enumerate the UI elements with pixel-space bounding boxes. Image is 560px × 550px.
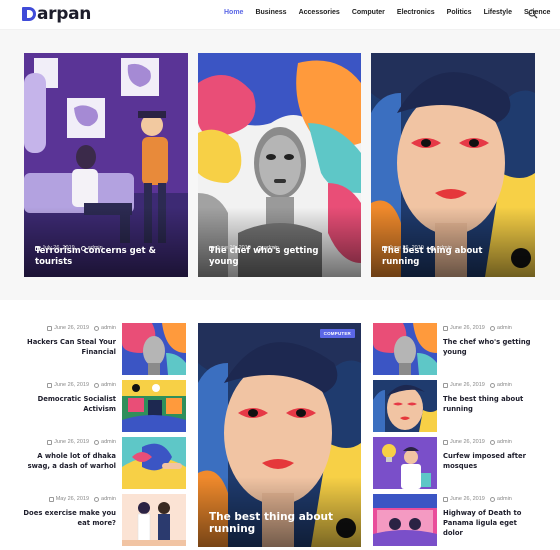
post-thumbnail[interactable] — [373, 437, 437, 489]
post-meta: June 26, 2019 admin — [443, 439, 512, 445]
nav-item-lifestyle[interactable]: Lifestyle — [484, 9, 512, 16]
user-icon — [489, 439, 495, 445]
calendar-icon — [47, 325, 53, 331]
list-item[interactable]: June 26, 2019 admin Democratic Socialist… — [22, 380, 186, 434]
logo-d-icon — [22, 6, 36, 22]
hero-post-title[interactable]: The best thing about running — [382, 246, 521, 268]
post-author: admin — [101, 382, 116, 388]
calendar-icon — [47, 439, 53, 445]
calendar-icon — [443, 496, 448, 502]
post-title[interactable]: The best thing about running — [443, 394, 537, 414]
nav-item-business[interactable]: Business — [255, 9, 286, 16]
post-date: May 26, 2019 — [55, 496, 90, 502]
nav-item-accessories[interactable]: Accessories — [299, 9, 340, 16]
user-icon — [94, 439, 100, 445]
user-icon — [489, 496, 495, 502]
list-item[interactable]: June 26, 2019 admin The best thing about… — [373, 380, 537, 434]
post-title[interactable]: The chef who's getting young — [443, 337, 537, 357]
post-date: June 26, 2019 — [450, 382, 485, 388]
post-title[interactable]: Highway of Death to Panama ligula eget d… — [443, 508, 537, 538]
hero-post-title[interactable]: The chef who's getting young — [209, 246, 347, 268]
post-thumbnail[interactable] — [373, 494, 437, 546]
featured-post-title[interactable]: The best thing about running — [209, 511, 349, 535]
post-author: admin — [101, 496, 116, 502]
post-title[interactable]: Democratic Socialist Activism — [22, 394, 116, 414]
calendar-icon — [443, 325, 448, 331]
post-date: June 26, 2019 — [450, 325, 485, 331]
post-date: June 26, 2019 — [54, 382, 90, 388]
post-author: admin — [496, 382, 512, 388]
hero-post-title[interactable]: Terrorism concerns get & tourists — [35, 246, 174, 268]
calendar-icon — [48, 496, 54, 502]
post-thumbnail[interactable] — [373, 380, 437, 432]
calendar-icon — [443, 382, 448, 388]
list-item[interactable]: May 26, 2019 admin Does exercise make yo… — [22, 494, 186, 548]
user-icon — [489, 325, 495, 331]
user-icon — [94, 496, 100, 502]
nav-item-computer[interactable]: Computer — [352, 9, 385, 16]
list-item[interactable]: June 26, 2019 admin Curfew imposed after… — [373, 437, 537, 491]
calendar-icon — [47, 382, 53, 388]
site-logo[interactable]: arpan — [22, 4, 91, 24]
post-author: admin — [101, 325, 116, 331]
post-thumbnail[interactable] — [373, 323, 437, 375]
post-date: June 26, 2019 — [54, 439, 90, 445]
site-header: arpan Home Business Accessories Computer… — [0, 0, 560, 30]
calendar-icon — [443, 439, 448, 445]
user-icon — [94, 325, 100, 331]
post-author: admin — [101, 439, 116, 445]
nav-item-home[interactable]: Home — [224, 9, 243, 16]
post-title[interactable]: A whole lot of dhaka swag, a dash of war… — [22, 451, 116, 471]
featured-post-card[interactable]: COMPUTER The best thing about running — [198, 323, 361, 547]
post-thumbnail[interactable] — [122, 437, 186, 489]
hero-post-card[interactable]: June 26, 2019 admin The best thing about… — [371, 53, 535, 277]
post-meta: May 26, 2019 admin — [48, 496, 116, 502]
post-title[interactable]: Hackers Can Steal Your Financial — [22, 337, 116, 357]
post-meta: June 26, 2019 admin — [47, 382, 116, 388]
main-nav: Home Business Accessories Computer Elect… — [224, 9, 560, 16]
post-date: June 26, 2019 — [450, 439, 485, 445]
post-date: June 26, 2019 — [54, 325, 90, 331]
post-meta: June 26, 2019 admin — [443, 496, 512, 502]
post-author: admin — [496, 439, 512, 445]
post-title[interactable]: Curfew imposed after mosques — [443, 451, 537, 471]
search-icon[interactable] — [528, 9, 538, 19]
post-thumbnail[interactable] — [122, 494, 186, 546]
user-icon — [489, 382, 495, 388]
nav-item-electronics[interactable]: Electronics — [397, 9, 435, 16]
post-thumbnail[interactable] — [122, 380, 186, 432]
list-item[interactable]: June 26, 2019 admin Hackers Can Steal Yo… — [22, 323, 186, 377]
category-badge[interactable]: COMPUTER — [319, 329, 355, 338]
post-author: admin — [496, 496, 512, 502]
hero-post-card[interactable]: July 26, 2019 admin Terrorism concerns g… — [24, 53, 188, 277]
post-title[interactable]: Does exercise make you eat more? — [22, 508, 116, 528]
post-meta: June 26, 2019 admin — [443, 325, 512, 331]
list-item[interactable]: June 26, 2019 admin Highway of Death to … — [373, 494, 537, 548]
hero-post-card[interactable]: June 26, 2019 admin The chef who's getti… — [198, 53, 361, 277]
nav-item-politics[interactable]: Politics — [447, 9, 472, 16]
list-item[interactable]: June 26, 2019 admin A whole lot of dhaka… — [22, 437, 186, 491]
user-icon — [94, 382, 100, 388]
post-meta: June 26, 2019 admin — [443, 382, 512, 388]
logo-text: arpan — [37, 4, 92, 24]
post-date: June 26, 2019 — [450, 496, 485, 502]
post-author: admin — [496, 325, 512, 331]
post-meta: June 26, 2019 admin — [47, 325, 116, 331]
post-thumbnail[interactable] — [122, 323, 186, 375]
list-item[interactable]: June 26, 2019 admin The chef who's getti… — [373, 323, 537, 377]
post-meta: June 26, 2019 admin — [47, 439, 116, 445]
